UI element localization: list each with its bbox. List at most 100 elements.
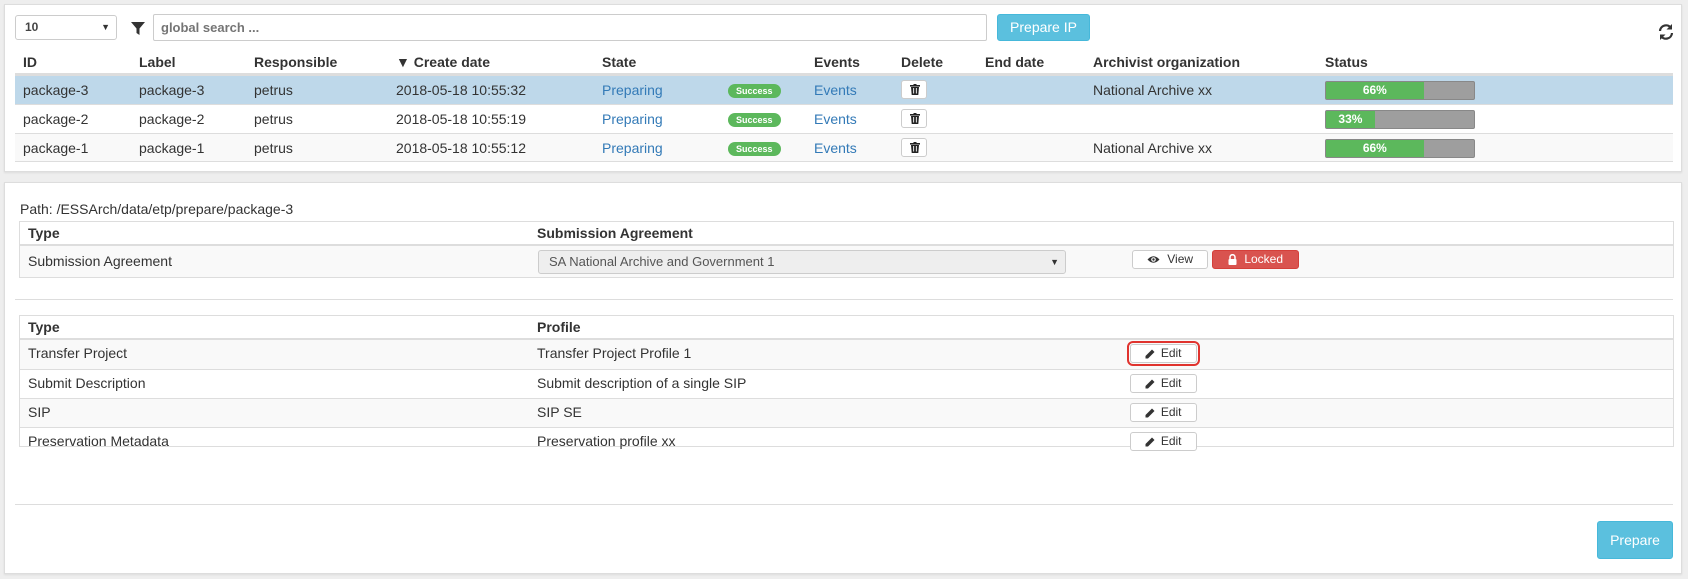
submission-agreement-select[interactable]: SA National Archive and Government 1 ▼ <box>538 250 1066 274</box>
sa-row: Submission Agreement SA National Archive… <box>20 246 1673 277</box>
profile-row: Preservation Metadata Preservation profi… <box>20 427 1673 456</box>
delete-button[interactable] <box>901 109 927 129</box>
col-delete[interactable]: Delete <box>901 49 943 75</box>
col-type: Type <box>28 225 60 241</box>
profile-type: Preservation Metadata <box>28 433 169 449</box>
col-events[interactable]: Events <box>814 49 860 75</box>
status-badge: Success <box>728 142 781 157</box>
sa-selected-value: SA National Archive and Government 1 <box>549 254 775 269</box>
edit-button[interactable]: Edit <box>1130 374 1197 393</box>
view-label: View <box>1167 252 1194 266</box>
col-id[interactable]: ID <box>23 49 37 75</box>
row-label: package-3 <box>139 82 205 98</box>
status-badge: Success <box>728 84 781 99</box>
refresh-icon[interactable] <box>1657 23 1675 41</box>
edit-label: Edit <box>1160 376 1182 390</box>
progress-bar: 66% <box>1325 81 1475 100</box>
profile-table-header: Type Profile <box>20 316 1673 340</box>
row-archivist: National Archive xx <box>1093 140 1213 156</box>
col-label[interactable]: Label <box>139 49 176 75</box>
row-responsible: petrus <box>254 111 293 127</box>
row-id: package-2 <box>23 111 89 127</box>
row-responsible: petrus <box>254 140 293 156</box>
table-row[interactable]: package-2 package-2 petrus 2018-05-18 10… <box>15 104 1673 133</box>
trash-icon <box>910 84 920 96</box>
page-size-select[interactable]: 10 ▼ <box>15 15 117 40</box>
profile-type: Transfer Project <box>28 345 128 361</box>
profile-name: Submit description of a single SIP <box>537 375 747 391</box>
submission-agreement-table: Type Submission Agreement Submission Agr… <box>19 221 1674 278</box>
ip-path: Path: /ESSArch/data/etp/prepare/package-… <box>20 201 294 217</box>
row-label: package-2 <box>139 111 205 127</box>
table-row[interactable]: package-3 package-3 petrus 2018-05-18 10… <box>15 75 1673 104</box>
state-link[interactable]: Preparing <box>602 134 663 163</box>
profile-table: Type Profile Transfer Project Transfer P… <box>19 315 1674 451</box>
lock-icon <box>1228 254 1237 266</box>
divider <box>15 504 1673 505</box>
pencil-icon <box>1145 408 1155 418</box>
global-search-input[interactable] <box>153 14 987 41</box>
sa-table-header: Type Submission Agreement <box>20 222 1673 246</box>
edit-button[interactable]: Edit <box>1130 403 1197 422</box>
row-archivist: National Archive xx <box>1093 82 1213 98</box>
row-label: package-1 <box>139 140 205 156</box>
edit-button[interactable]: Edit <box>1127 341 1200 366</box>
page-size-value: 10 <box>25 20 39 34</box>
events-link[interactable]: Events <box>814 105 857 134</box>
edit-label: Edit <box>1160 405 1182 419</box>
locked-button[interactable]: Locked <box>1212 250 1299 269</box>
col-responsible[interactable]: Responsible <box>254 49 337 75</box>
profile-row: Transfer Project Transfer Project Profil… <box>20 340 1673 369</box>
filter-icon[interactable] <box>131 20 145 36</box>
locked-label: Locked <box>1244 252 1284 266</box>
sa-type: Submission Agreement <box>28 253 172 269</box>
col-status[interactable]: Status <box>1325 49 1368 75</box>
profile-name: Transfer Project Profile 1 <box>537 345 692 361</box>
progress-text: 66% <box>1362 83 1387 97</box>
chevron-down-icon: ▼ <box>101 22 110 32</box>
pencil-icon <box>1145 437 1155 447</box>
ip-list-panel: 10 ▼ Prepare IP ID Label Responsible ▼ C… <box>4 4 1682 172</box>
col-end-date[interactable]: End date <box>985 49 1044 75</box>
edit-label: Edit <box>1160 346 1182 360</box>
events-link[interactable]: Events <box>814 134 857 163</box>
row-create-date: 2018-05-18 10:55:12 <box>396 140 526 156</box>
ip-table: ID Label Responsible ▼ Create date State… <box>15 49 1673 162</box>
row-create-date: 2018-05-18 10:55:32 <box>396 82 526 98</box>
state-link[interactable]: Preparing <box>602 76 663 105</box>
prepare-ip-button[interactable]: Prepare IP <box>997 14 1090 41</box>
progress-bar: 33% <box>1325 110 1475 129</box>
events-link[interactable]: Events <box>814 76 857 105</box>
divider <box>15 299 1673 300</box>
col-archivist[interactable]: Archivist organization <box>1093 49 1240 75</box>
status-badge: Success <box>728 113 781 128</box>
col-profile: Profile <box>537 319 581 335</box>
col-type: Type <box>28 319 60 335</box>
state-link[interactable]: Preparing <box>602 105 663 134</box>
row-responsible: petrus <box>254 82 293 98</box>
chevron-down-icon: ▼ <box>1050 257 1059 267</box>
table-row[interactable]: package-1 package-1 petrus 2018-05-18 10… <box>15 133 1673 162</box>
profile-type: SIP <box>28 404 51 420</box>
edit-label: Edit <box>1160 434 1182 448</box>
progress-bar: 66% <box>1325 139 1475 158</box>
row-id: package-3 <box>23 82 89 98</box>
edit-button[interactable]: Edit <box>1130 432 1197 451</box>
col-state[interactable]: State <box>602 49 636 75</box>
col-submission-agreement: Submission Agreement <box>537 225 693 241</box>
pencil-icon <box>1145 379 1155 389</box>
prepare-button[interactable]: Prepare <box>1597 521 1673 559</box>
profile-type: Submit Description <box>28 375 146 391</box>
delete-button[interactable] <box>901 138 927 158</box>
ip-detail-panel: Path: /ESSArch/data/etp/prepare/package-… <box>4 182 1682 574</box>
profile-row: Submit Description Submit description of… <box>20 369 1673 398</box>
delete-button[interactable] <box>901 80 927 100</box>
trash-icon <box>910 113 920 125</box>
profile-name: Preservation profile xx <box>537 433 676 449</box>
row-create-date: 2018-05-18 10:55:19 <box>396 111 526 127</box>
view-button[interactable]: View <box>1132 250 1208 269</box>
trash-icon <box>910 142 920 154</box>
col-create-date[interactable]: ▼ Create date <box>396 49 490 75</box>
ip-table-header: ID Label Responsible ▼ Create date State… <box>15 49 1673 75</box>
progress-text: 33% <box>1338 112 1363 126</box>
